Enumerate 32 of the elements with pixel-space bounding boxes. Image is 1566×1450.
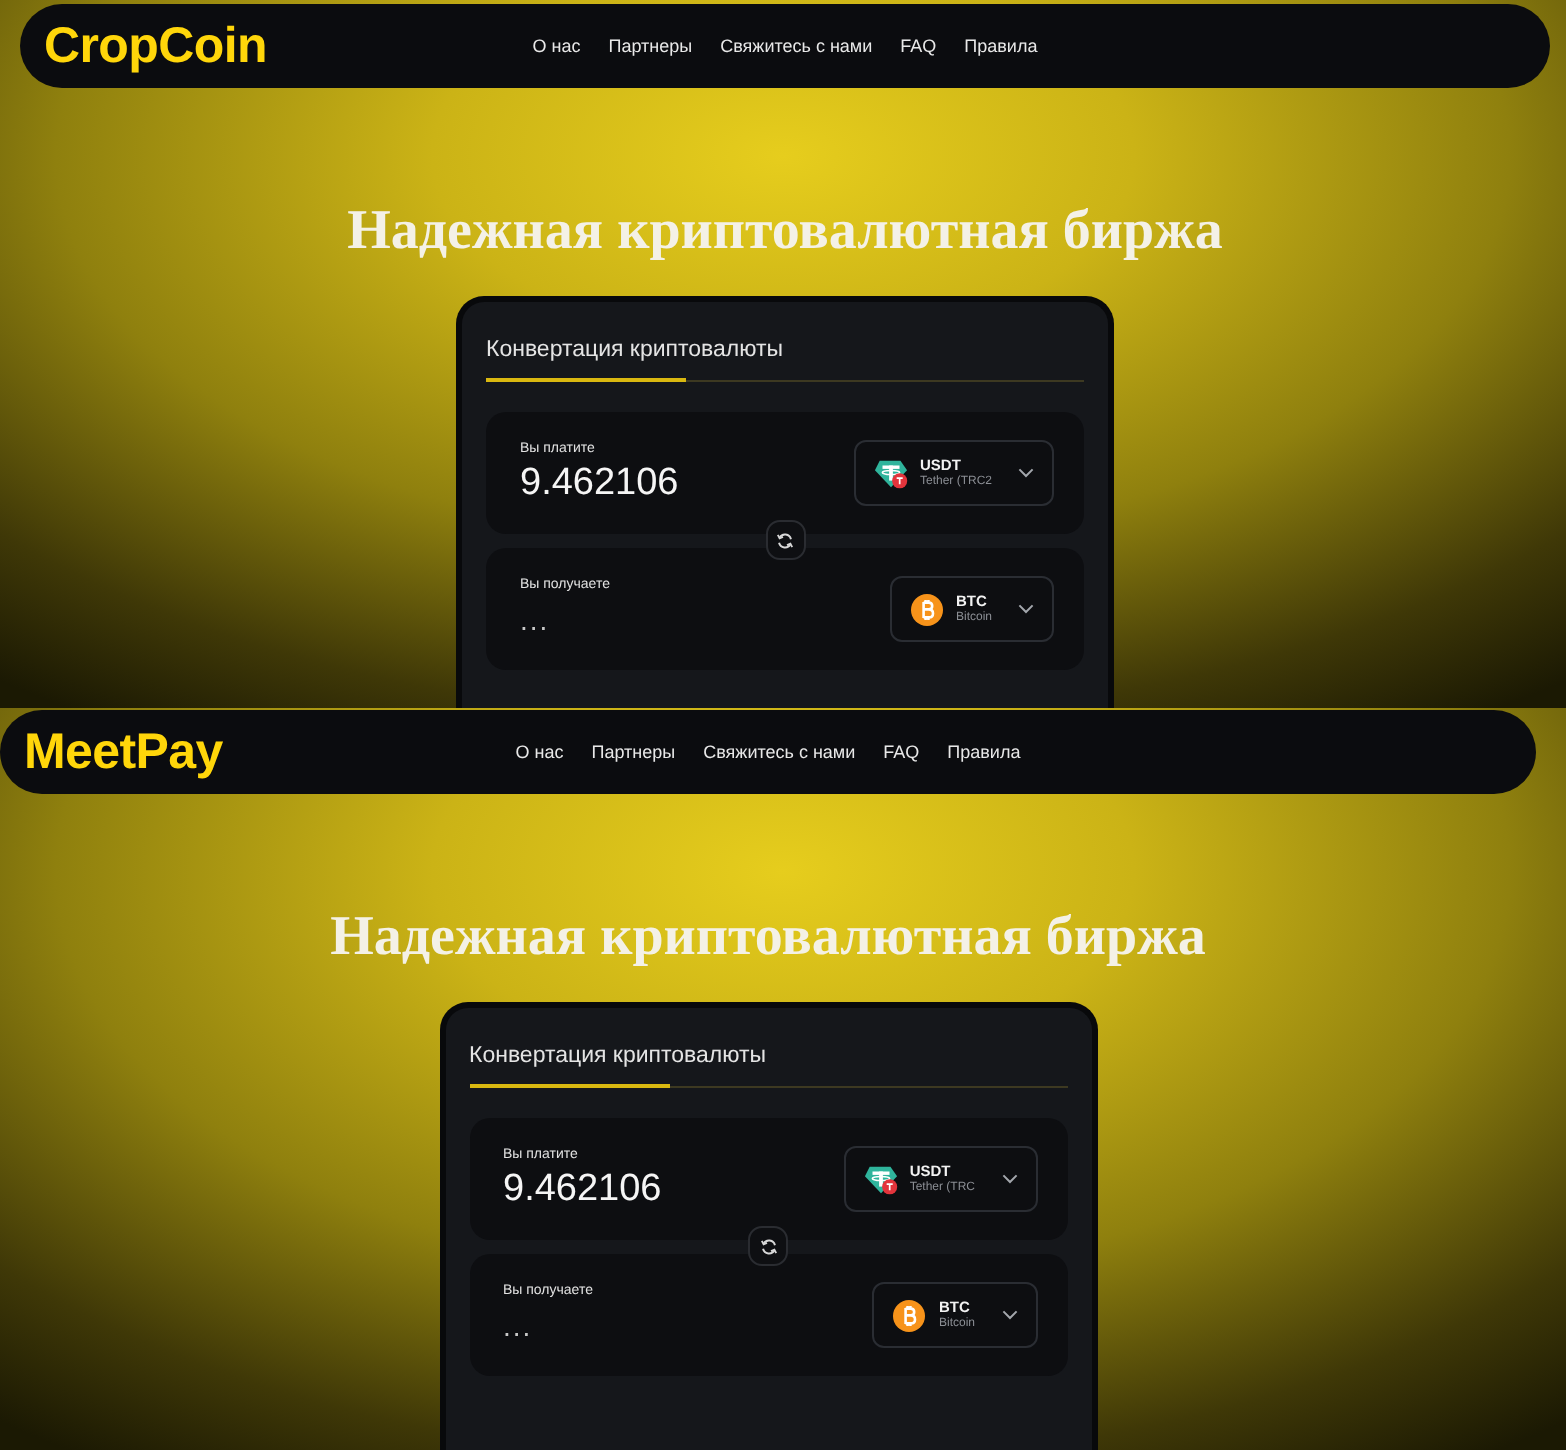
nav-link[interactable]: Правила bbox=[964, 34, 1038, 58]
nav-link[interactable]: Партнеры bbox=[591, 740, 676, 764]
chevron-down-icon bbox=[1018, 604, 1034, 614]
refresh-icon bbox=[759, 1237, 777, 1255]
nav-link[interactable]: FAQ bbox=[900, 34, 937, 58]
refresh-icon bbox=[776, 531, 794, 549]
nav-link[interactable]: О нас bbox=[515, 740, 564, 764]
swap-button[interactable] bbox=[748, 1226, 788, 1266]
tab[interactable]: Конвертация криптовалюты bbox=[469, 1042, 767, 1086]
bitcoin-icon bbox=[892, 1299, 927, 1331]
brand-logo[interactable]: MeetPay bbox=[24, 722, 223, 782]
tether-icon bbox=[873, 457, 908, 489]
page-headline: Надежная криптовалютная биржа bbox=[347, 198, 1223, 266]
nav-link[interactable]: О нас bbox=[532, 34, 581, 58]
chevron-down-icon bbox=[1001, 1310, 1017, 1320]
nav-link[interactable]: Свяжитесь с нами bbox=[703, 740, 856, 764]
nav-link[interactable]: FAQ bbox=[883, 740, 920, 764]
tab[interactable]: Конвертация криптовалюты bbox=[486, 336, 784, 380]
receive-amount: ... bbox=[520, 602, 550, 640]
bitcoin-icon bbox=[909, 593, 944, 625]
chevron-down-icon bbox=[1001, 1174, 1017, 1184]
chevron-down-icon bbox=[1018, 468, 1034, 478]
amount-input[interactable]: 9.462106 bbox=[520, 462, 702, 506]
brand-logo[interactable]: CropCoin bbox=[44, 16, 267, 76]
page-headline: Надежная криптовалютная биржа bbox=[330, 904, 1206, 972]
tether-icon bbox=[863, 1163, 898, 1195]
receive-amount: ... bbox=[503, 1308, 533, 1346]
nav-link[interactable]: Партнеры bbox=[608, 34, 693, 58]
nav-link[interactable]: Правила bbox=[947, 740, 1021, 764]
swap-button[interactable] bbox=[765, 520, 805, 560]
nav-link[interactable]: Свяжитесь с нами bbox=[720, 34, 873, 58]
amount-input[interactable]: 9.462106 bbox=[503, 1168, 685, 1212]
